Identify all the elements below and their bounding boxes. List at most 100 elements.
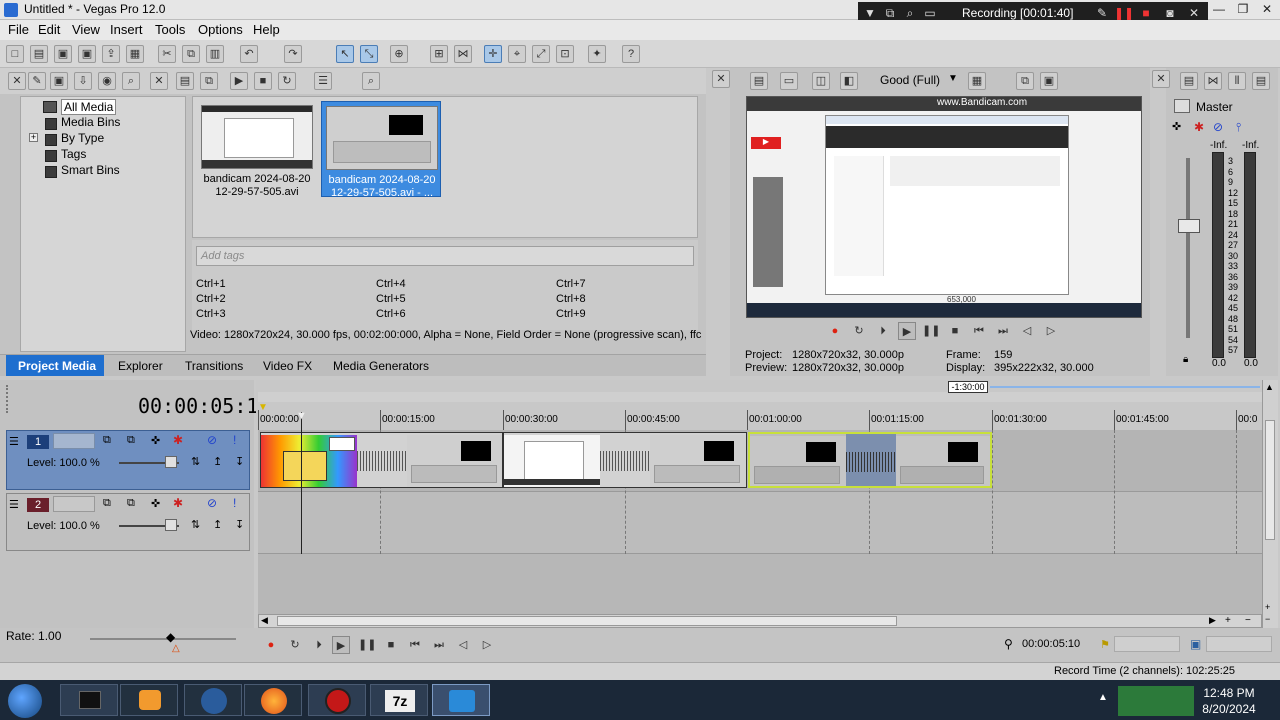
parent-track-icon[interactable]: ↥ — [213, 518, 222, 531]
auto-preview-icon[interactable]: ↻ — [278, 72, 296, 90]
solo-icon[interactable]: ! — [233, 496, 236, 510]
mute-icon[interactable]: ⊘ — [207, 496, 217, 510]
get-media-web-icon[interactable]: ⇩ — [74, 72, 92, 90]
properties-icon[interactable]: ▦ — [126, 45, 144, 63]
taskbar-app[interactable] — [244, 684, 302, 716]
playhead-handle-icon[interactable]: ▼ — [296, 410, 307, 422]
tree-item-by-type[interactable]: By Type — [61, 131, 104, 145]
screen-select-icon[interactable]: ▭ — [922, 5, 938, 21]
media-thumbnail[interactable]: bandicam 2024-08-20 12-29-57-505.avi — [197, 101, 317, 198]
search-icon[interactable]: ⌕ — [902, 5, 918, 21]
scroll-up-icon[interactable]: ▲ — [1265, 382, 1274, 392]
selection-length-field[interactable] — [1206, 636, 1272, 652]
marker-flag-icon[interactable]: ▼ — [258, 402, 268, 413]
mute-icon[interactable]: ⊘ — [1213, 120, 1223, 134]
expand-keyframes-icon[interactable]: ⇅ — [191, 518, 200, 531]
scroll-left-icon[interactable]: ◀ — [261, 615, 268, 626]
add-tags-input[interactable]: Add tags — [196, 246, 694, 266]
previous-frame-icon[interactable]: ◁ — [454, 636, 472, 654]
parent-track-icon[interactable]: ↥ — [213, 455, 222, 468]
level-slider-knob[interactable] — [165, 519, 177, 531]
stop-icon[interactable]: ■ — [382, 636, 400, 654]
new-icon[interactable]: □ — [6, 45, 24, 63]
master-properties-icon[interactable]: ▤ — [1180, 72, 1198, 90]
undo-icon[interactable]: ↶ — [240, 45, 258, 63]
zoom-search-icon[interactable]: ⌕ — [362, 72, 380, 90]
play-media-icon[interactable]: ▶ — [230, 72, 248, 90]
start-button[interactable] — [8, 684, 42, 718]
minimize-button[interactable]: — — [1206, 1, 1232, 18]
menu-tools[interactable]: Tools — [155, 22, 185, 37]
playhead-cursor[interactable] — [301, 412, 302, 554]
grid-icon[interactable]: ▦ — [968, 72, 986, 90]
scrollbar-thumb[interactable] — [1265, 420, 1275, 540]
go-to-end-icon[interactable]: ⏭ — [430, 636, 448, 654]
track-fx-chain-icon[interactable]: ✱ — [173, 496, 183, 510]
zoom-in-icon[interactable]: + — [1225, 615, 1231, 626]
menu-options[interactable]: Options — [198, 22, 243, 37]
open-icon[interactable]: ▤ — [30, 45, 48, 63]
maximize-button[interactable]: ❐ — [1230, 1, 1256, 18]
play-from-start-icon[interactable]: ⏵ — [310, 636, 328, 654]
tab-project-media[interactable]: Project Media — [18, 359, 96, 373]
tab-transitions[interactable]: Transitions — [185, 359, 243, 373]
taskbar-app-active[interactable] — [432, 684, 490, 716]
record-icon[interactable]: ● — [262, 636, 280, 654]
dim-output-icon[interactable]: ⫴ — [1228, 72, 1246, 90]
normal-edit-tool-icon[interactable]: ↖ — [336, 45, 354, 63]
solo-icon[interactable]: ⫯ — [1236, 120, 1241, 135]
next-frame-icon[interactable]: ▷ — [478, 636, 496, 654]
stop-media-icon[interactable]: ■ — [254, 72, 272, 90]
media-thumbnail-selected[interactable]: bandicam 2024-08-20 12-29-57-505.avi - .… — [321, 101, 441, 199]
cut-icon[interactable]: ✂ — [158, 45, 176, 63]
track-lane-2[interactable] — [258, 492, 1262, 554]
tree-item-media-bins[interactable]: Media Bins — [61, 115, 120, 129]
zoom-out-icon[interactable]: − — [1245, 615, 1251, 626]
loop-region-bar[interactable] — [990, 386, 1260, 388]
save-icon[interactable]: ▣ — [54, 45, 72, 63]
menu-edit[interactable]: Edit — [38, 22, 60, 37]
lock-envelopes-icon[interactable]: ⌖ — [508, 45, 526, 63]
tray-icons[interactable] — [1118, 686, 1194, 716]
expand-by-type-icon[interactable]: + — [29, 133, 38, 142]
track-motion-icon[interactable]: ⧉ — [103, 434, 111, 447]
taskbar-app[interactable] — [308, 684, 366, 716]
taskbar-app[interactable] — [120, 684, 178, 716]
taskbar-app[interactable] — [184, 684, 242, 716]
close-panel-icon[interactable]: ✕ — [1152, 70, 1170, 88]
compositing-mode-icon[interactable]: ⧉ — [127, 497, 135, 510]
collapse-icon[interactable]: ▼ — [862, 5, 878, 21]
video-track-header-1[interactable]: ☰ 1 ⧉ ⧉ ✜ ✱ ⊘ ! Level: 100.0 % ⇅ ↥ ↧ — [6, 430, 250, 490]
next-frame-icon[interactable]: ▷ — [1042, 322, 1060, 340]
go-to-end-icon[interactable]: ⏭ — [994, 322, 1012, 340]
video-event-clip[interactable] — [260, 432, 503, 488]
tab-media-generators[interactable]: Media Generators — [333, 359, 429, 373]
copy-snapshot-icon[interactable]: ⧉ — [1016, 72, 1034, 90]
video-event-clip[interactable] — [503, 432, 747, 488]
pencil-icon[interactable]: ✎ — [1094, 5, 1110, 21]
collapse-track-icon[interactable]: ☰ — [9, 498, 19, 511]
fx-chain-icon[interactable]: ✱ — [1194, 120, 1204, 134]
video-track-header-2[interactable]: ☰ 2 ⧉ ⧉ ✜ ✱ ⊘ ! Level: 100.0 % ⇅ ↥ ↧ — [6, 493, 250, 551]
menu-view[interactable]: View — [72, 22, 100, 37]
loop-playback-icon[interactable]: ↻ — [850, 322, 868, 340]
child-track-icon[interactable]: ↧ — [235, 455, 244, 468]
downmix-icon[interactable]: ⋈ — [1204, 72, 1222, 90]
level-slider-knob[interactable] — [165, 456, 177, 468]
menu-insert[interactable]: Insert — [110, 22, 143, 37]
menu-help[interactable]: Help — [253, 22, 280, 37]
pause-icon[interactable]: ❚❚ — [922, 322, 940, 340]
track-name-field[interactable] — [53, 496, 95, 512]
auto-ripple-icon[interactable]: ✛ — [484, 45, 502, 63]
enable-snapping-icon[interactable]: ✦ — [588, 45, 606, 63]
whats-this-help-icon[interactable]: ? — [622, 45, 640, 63]
child-track-icon[interactable]: ↧ — [235, 518, 244, 531]
window-mode-icon[interactable]: ⧉ — [882, 5, 898, 21]
expand-keyframes-icon[interactable]: ⇅ — [191, 455, 200, 468]
capture-video-icon[interactable]: ▣ — [50, 72, 68, 90]
snap-icon[interactable]: ⋈ — [454, 45, 472, 63]
remove-media-icon[interactable]: ✕ — [150, 72, 168, 90]
zoom-edit-tool-icon[interactable]: ⊞ — [430, 45, 448, 63]
marker-bar[interactable] — [258, 392, 1262, 402]
envelope-edit-tool-icon[interactable]: ⤡ — [360, 45, 378, 63]
